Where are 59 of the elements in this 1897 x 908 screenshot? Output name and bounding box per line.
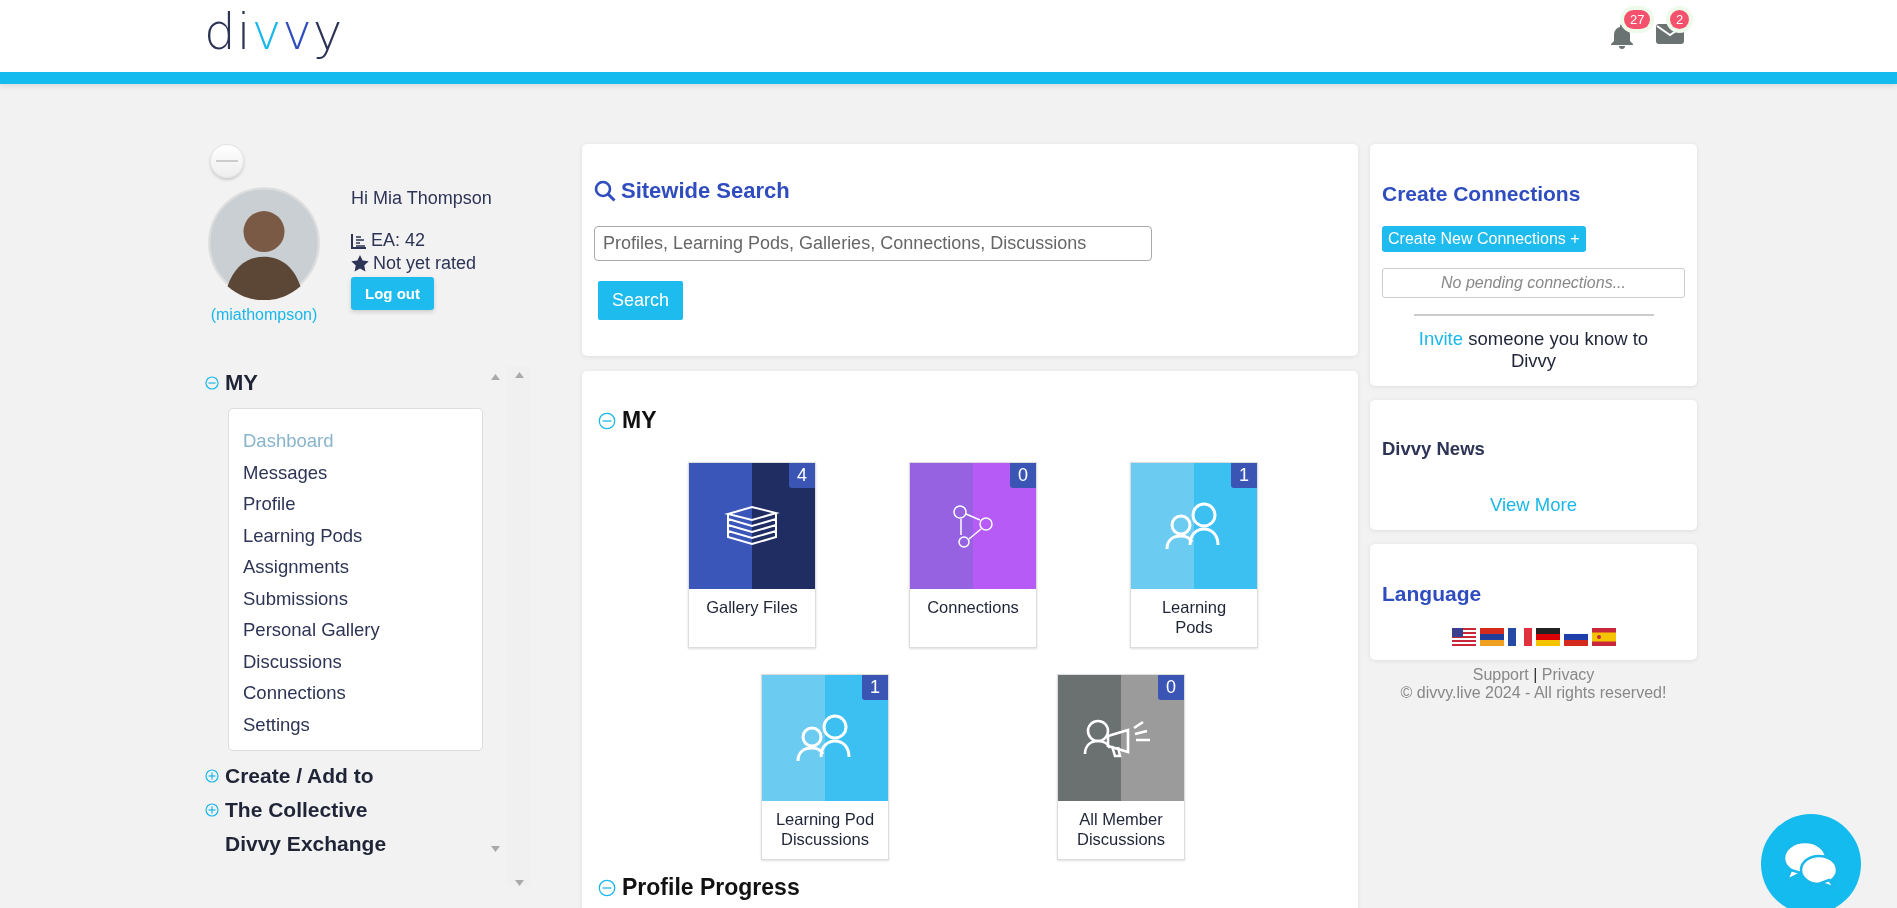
section-title: MY xyxy=(622,407,657,434)
books-icon xyxy=(724,504,780,548)
collapse-icon[interactable] xyxy=(598,411,616,430)
menu-item[interactable]: Connections xyxy=(243,677,468,709)
count-badge: 1 xyxy=(862,675,888,700)
collapse-icon[interactable] xyxy=(205,376,219,390)
sidebar-section[interactable]: Create / Add to xyxy=(225,764,374,788)
menu-item[interactable]: Settings xyxy=(243,708,468,740)
count-badge: 0 xyxy=(1158,675,1184,700)
chart-icon xyxy=(351,232,367,249)
sidebar-section[interactable]: Divvy Exchange xyxy=(225,832,387,856)
collapse-icon[interactable] xyxy=(598,878,616,897)
count-badge: 4 xyxy=(789,463,815,488)
card-title: Create Connections xyxy=(1382,182,1582,206)
dashboard-tile[interactable]: 0 Connections xyxy=(909,462,1037,648)
menu-item[interactable]: Submissions xyxy=(243,582,468,614)
menu-item[interactable]: Learning Pods xyxy=(243,519,468,551)
search-field[interactable]: Profiles, Learning Pods, Galleries, Connections, Discussions xyxy=(594,226,1152,261)
count-badge: 1 xyxy=(1231,463,1257,488)
dashboard-tile[interactable]: 0 All Member Discussions xyxy=(1057,674,1185,860)
star-icon xyxy=(351,255,369,272)
collapse-button[interactable] xyxy=(210,144,244,178)
dashboard-tile[interactable]: 4 Gallery Files xyxy=(688,462,816,648)
us-flag-icon[interactable] xyxy=(1451,628,1476,646)
bell-icon[interactable] xyxy=(1610,23,1634,49)
copyright: © divvy.live 2024 - All rights reserved! xyxy=(1399,684,1668,702)
pending-connections-field: No pending connections... xyxy=(1382,268,1685,298)
rating: Not yet rated xyxy=(373,252,477,275)
spanish-flag-icon[interactable] xyxy=(1591,628,1616,646)
search-title: Sitewide Search xyxy=(621,178,790,204)
greeting: Hi Mia Thompson xyxy=(351,188,492,209)
chat-bubbles-icon xyxy=(1781,838,1841,890)
separator: | xyxy=(1533,666,1538,683)
sidebar-section[interactable]: The Collective xyxy=(225,798,368,822)
count-badge: 0 xyxy=(1010,463,1036,488)
menu-item[interactable]: Discussions xyxy=(243,645,468,677)
menu-item[interactable]: Personal Gallery xyxy=(243,614,468,646)
divvy-logo[interactable]: divvy xyxy=(204,7,344,57)
menu-item[interactable]: Messages xyxy=(243,456,468,488)
section-title: Profile Progress xyxy=(622,874,800,901)
scroll-down-icon[interactable] xyxy=(491,846,500,852)
card-title: Language xyxy=(1382,582,1483,606)
ea-score: EA: 42 xyxy=(371,229,426,252)
scroll-down-icon[interactable] xyxy=(515,880,524,886)
menu-item[interactable]: Profile xyxy=(243,488,468,520)
expand-icon[interactable] xyxy=(205,769,219,783)
dashboard-tile[interactable]: 1 Learning Pod Discussions xyxy=(761,674,889,860)
french-flag-icon[interactable] xyxy=(1507,628,1532,646)
scroll-up-icon[interactable] xyxy=(491,374,500,380)
search-icon xyxy=(594,180,616,202)
expand-icon[interactable] xyxy=(205,803,219,817)
card-title: Divvy News xyxy=(1382,438,1486,460)
scroll-up-icon[interactable] xyxy=(515,372,524,378)
sidebar-section[interactable]: MY xyxy=(225,370,258,396)
menu-item[interactable]: Assignments xyxy=(243,551,468,583)
dashboard-tile[interactable]: 1 Learning Pods xyxy=(1130,462,1258,648)
armenian-flag-icon[interactable] xyxy=(1479,628,1504,646)
invite-text: Invite someone you know to Divvy xyxy=(1417,328,1650,372)
german-flag-icon[interactable] xyxy=(1535,628,1560,646)
